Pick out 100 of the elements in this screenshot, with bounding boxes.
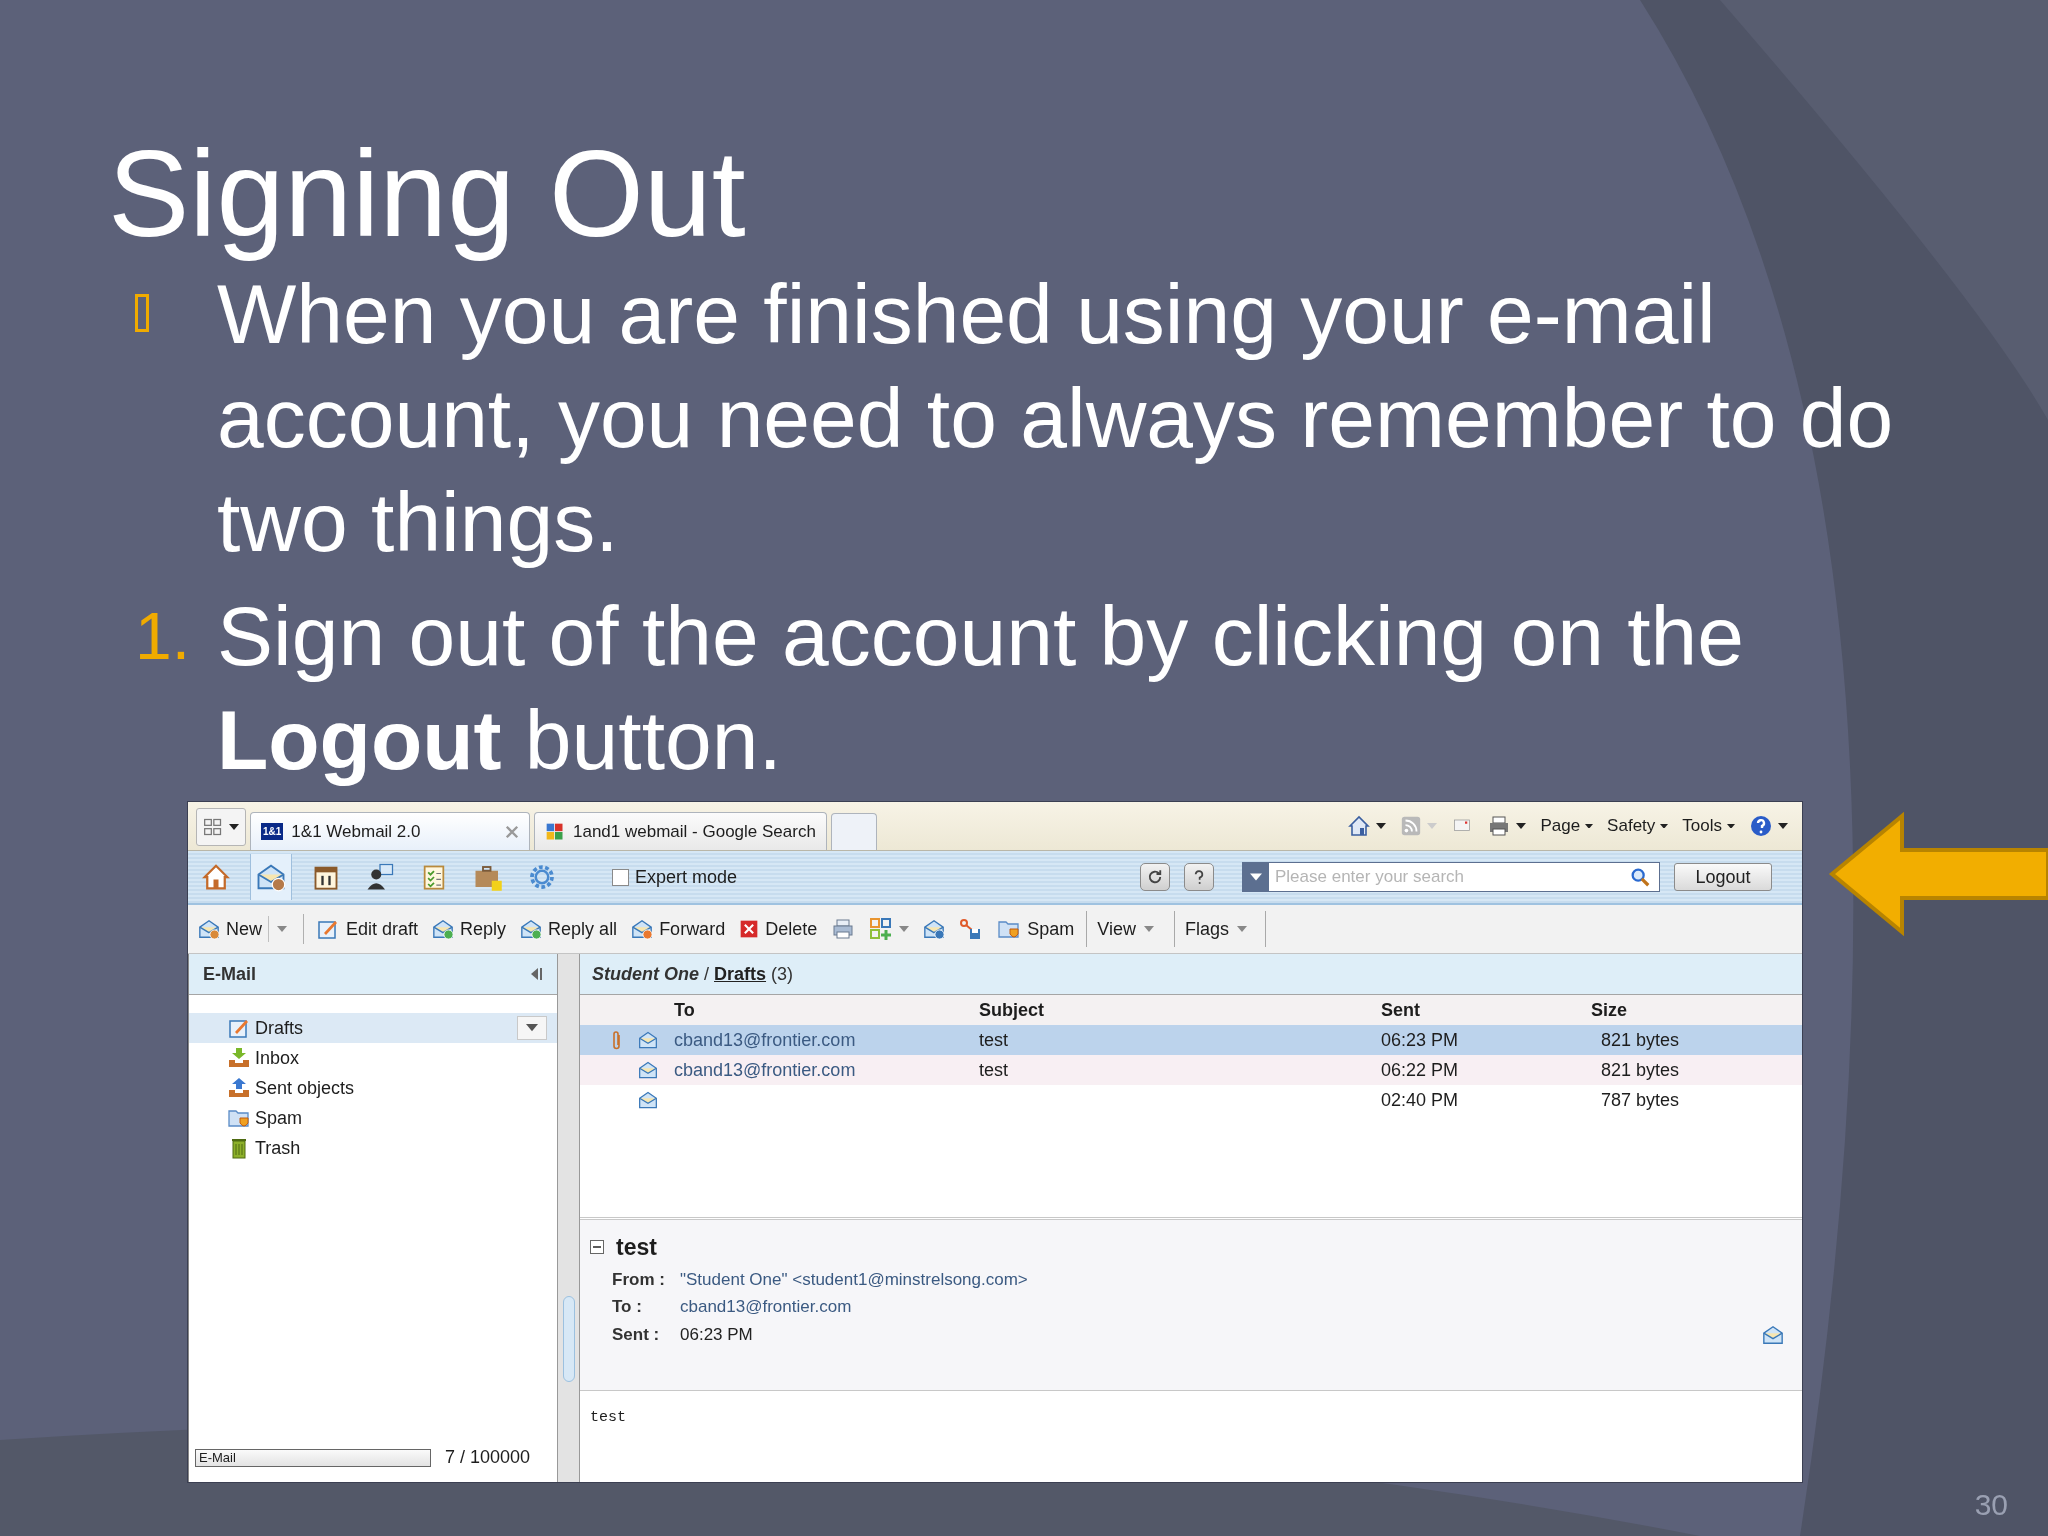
menu-button[interactable]: Page [1540, 816, 1594, 836]
caret-icon [1250, 873, 1262, 881]
toolbar-button[interactable]: Reply [430, 918, 509, 940]
logout-button[interactable]: Logout [1674, 863, 1772, 891]
nav-tile[interactable] [250, 854, 292, 900]
folder-item[interactable]: Sent objects [189, 1073, 557, 1103]
field-value: cband13@frontier.com [680, 1297, 853, 1317]
envelope-icon [638, 1090, 658, 1110]
caret-icon [1143, 926, 1154, 932]
table-cell-text: 821 bytes [1600, 1059, 1681, 1081]
help-icon [1749, 814, 1773, 838]
caret-icon [1516, 823, 1527, 829]
toolbar-button[interactable]: Spam [995, 917, 1077, 941]
help-button[interactable] [1749, 814, 1788, 838]
table-cell-text: cband13@frontier.com [674, 1059, 857, 1081]
delete-icon [739, 919, 760, 939]
toolbar-icon-button[interactable] [867, 917, 912, 941]
quick-tabs-button[interactable] [196, 808, 246, 846]
caret-icon [1376, 823, 1387, 829]
table-cell-text: 06:22 PM [1381, 1059, 1460, 1081]
close-icon [505, 824, 519, 839]
scrollbar[interactable] [562, 1296, 575, 1382]
page-number: 30 [1974, 1488, 2008, 1522]
checkbox[interactable] [612, 868, 629, 886]
menu-button[interactable]: Flags [1173, 911, 1266, 947]
column-header[interactable]: To [674, 999, 979, 1021]
folder-item[interactable]: Drafts [189, 1013, 557, 1043]
search-bar[interactable]: Please enter your search [1242, 862, 1660, 892]
search-field[interactable]: Please enter your search [1269, 867, 1629, 887]
toolbar-button[interactable]: New [196, 916, 293, 942]
caret-icon [526, 1024, 538, 1032]
refresh-button[interactable] [1140, 863, 1170, 891]
site-logo: 1&1 [261, 823, 284, 840]
folder-link[interactable]: Drafts [714, 963, 767, 985]
message-row[interactable]: cband13@frontier.com test 06:22 PM 821 bytes [580, 1055, 1802, 1085]
menu-button[interactable]: Safety [1607, 816, 1669, 836]
envelope-icon [1762, 1324, 1784, 1346]
caret-icon [277, 926, 287, 932]
toolbar-button[interactable]: Delete [737, 918, 820, 940]
colored-squares-icon [545, 821, 565, 842]
account-name: Student One [592, 963, 699, 985]
toolbar-button[interactable]: Forward [629, 918, 728, 940]
table-cell-text: test [979, 1059, 1009, 1081]
settings-icon [527, 862, 557, 892]
envelope-icon [631, 918, 654, 940]
message-subject: test [616, 1233, 657, 1261]
rss-icon [1400, 815, 1423, 837]
help-button[interactable] [1184, 863, 1214, 891]
envelope-icon [198, 918, 220, 940]
column-header[interactable]: Size [1591, 999, 1802, 1021]
home-icon [1347, 814, 1372, 838]
caret-icon [1660, 823, 1669, 829]
quota-reading: 7 / 100000 [445, 1447, 531, 1468]
bullet-text: When you are finished using your e-mail account, you need to always remember to do two things. [217, 266, 1895, 571]
menu-button[interactable]: Tools [1682, 816, 1735, 836]
menu-button[interactable]: View [1086, 911, 1164, 947]
home-button[interactable] [1347, 814, 1387, 838]
table-cell-text: cband13@frontier.com [674, 1029, 857, 1051]
browser-tab[interactable]: 1and1 webmail - Google Search [534, 812, 827, 850]
folder-item[interactable]: Inbox [189, 1043, 557, 1073]
table-cell-text: 821 bytes [1600, 1029, 1681, 1051]
field-value: 06:23 PM [680, 1325, 754, 1345]
grid-icon [203, 817, 223, 837]
breadcrumb-separator: / [704, 963, 709, 985]
browser-tab[interactable]: 1&1 1&1 Webmail 2.0 [250, 812, 530, 850]
column-header[interactable]: Subject [979, 999, 1381, 1021]
folder-item[interactable]: Trash [189, 1133, 557, 1163]
slide-title: Signing Out [108, 128, 747, 260]
printer-icon [831, 917, 856, 941]
outbox-icon [227, 1076, 251, 1100]
caret-icon [1778, 823, 1788, 829]
refresh-icon [1146, 868, 1164, 886]
checkbox-label: Expert mode [635, 866, 738, 888]
quota-label: E-Mail [199, 1449, 236, 1466]
table-cell-text: 787 bytes [1600, 1089, 1681, 1111]
table-cell-text: test [979, 1029, 1009, 1051]
inbox-icon [227, 1046, 251, 1070]
folder-item[interactable]: Spam [189, 1103, 557, 1133]
message-body: test [590, 1409, 626, 1426]
field-label: To : [612, 1297, 643, 1317]
envelope-icon [923, 918, 946, 940]
print-button[interactable] [1487, 814, 1527, 838]
field-label: From : [612, 1270, 666, 1290]
field-label: Sent : [612, 1325, 661, 1345]
expert-mode-checkbox[interactable]: Expert mode [612, 866, 738, 888]
message-row[interactable]: cband13@frontier.com test 06:23 PM 821 bytes [580, 1025, 1802, 1055]
message-count: (3) [771, 963, 794, 985]
caret-icon [899, 926, 910, 932]
collapse-icon[interactable] [590, 1240, 604, 1254]
search-icon [1629, 866, 1651, 888]
table-cell-text: 02:40 PM [1381, 1089, 1460, 1111]
column-header[interactable]: Sent [1381, 999, 1591, 1021]
envelope-icon [638, 1030, 658, 1050]
toolbar-button[interactable]: Edit draft [314, 917, 421, 941]
collapse-icon[interactable] [531, 967, 543, 981]
pane-title: E-Mail [203, 963, 257, 985]
toolbar-button[interactable]: Reply all [518, 918, 620, 940]
caret-icon [1727, 823, 1735, 829]
folder-menu-button[interactable] [517, 1016, 547, 1040]
bullet-icon [135, 294, 149, 332]
